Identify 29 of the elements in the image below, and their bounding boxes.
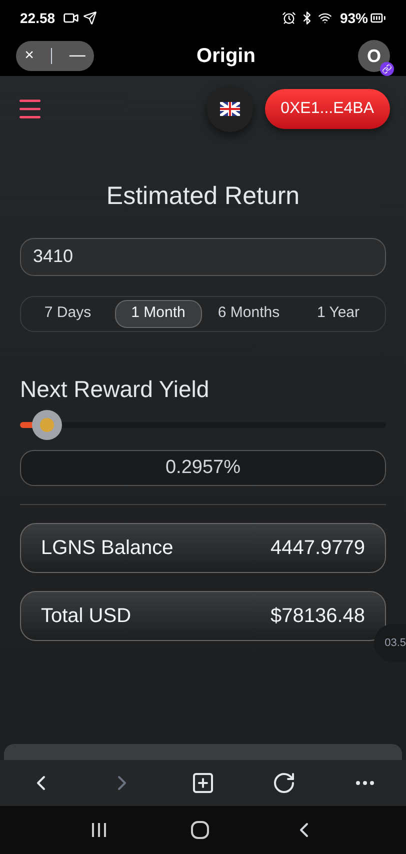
- battery-percent: 93%: [340, 8, 368, 28]
- period-tab[interactable]: 1 Month: [114, 300, 202, 328]
- send-icon: [83, 11, 98, 25]
- section-title: Estimated Return: [105, 181, 301, 212]
- close-button[interactable]: ×: [24, 44, 34, 68]
- section-title: Next Reward Yield: [20, 374, 210, 404]
- window-title: Origin: [196, 44, 256, 69]
- row-label: Total USD: [41, 604, 132, 629]
- row-value: $78136.48: [270, 604, 365, 629]
- recent-apps-icon[interactable]: [90, 822, 108, 838]
- reload-button[interactable]: [272, 771, 296, 795]
- link-icon: [380, 62, 394, 76]
- minimize-button[interactable]: —: [69, 44, 86, 68]
- row-label: LGNS Balance: [41, 536, 174, 561]
- flag-icon: [220, 102, 240, 116]
- amount-field[interactable]: 3410: [20, 238, 386, 276]
- period-tab[interactable]: 1 Year: [296, 300, 381, 328]
- period-tab[interactable]: 6 Months: [206, 300, 292, 328]
- wallet-button[interactable]: 0XE1...E4BA: [264, 89, 390, 129]
- period-tab[interactable]: 7 Days: [25, 300, 110, 328]
- yield-value: 0.2957%: [20, 450, 386, 486]
- new-tab-button[interactable]: [190, 771, 215, 795]
- status-time: 22.58: [20, 8, 56, 28]
- home-icon[interactable]: [190, 821, 209, 839]
- alarm-icon: [282, 11, 296, 25]
- row-value: 4447.9779: [270, 536, 365, 561]
- timer-badge: 03.5: [374, 624, 406, 662]
- slider-thumb[interactable]: [32, 410, 62, 440]
- wifi-icon: [318, 11, 332, 25]
